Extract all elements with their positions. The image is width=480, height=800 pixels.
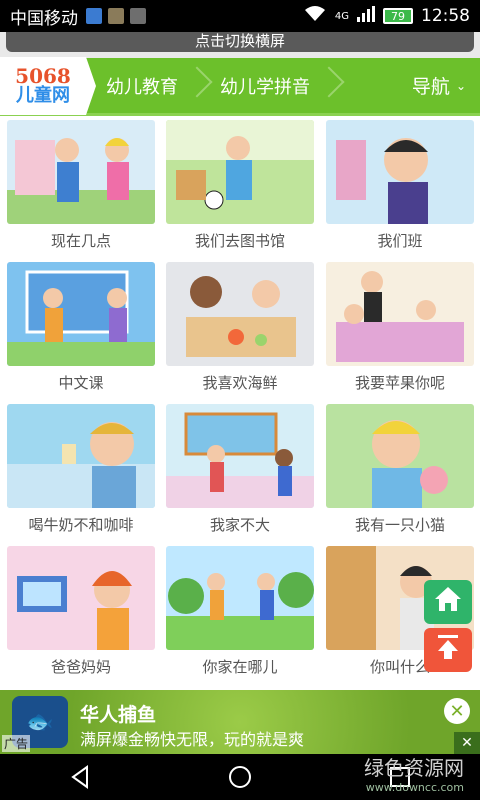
lesson-title: 你家在哪儿 xyxy=(202,658,278,676)
chevron-right-icon xyxy=(322,57,332,115)
lesson-thumbnail xyxy=(7,120,155,224)
ad-subtitle: 满屏爆金畅快无限，玩的就是爽 xyxy=(80,730,305,749)
top-nav: 5068 儿童网 幼儿教育 幼儿学拼音 导航 ⌄ xyxy=(0,56,480,116)
lesson-title: 我们班 xyxy=(377,232,423,250)
nav-item-pinyin[interactable]: 幼儿学拼音 xyxy=(210,57,342,115)
nav-separator xyxy=(86,56,96,115)
lesson-title: 喝牛奶不和咖啡 xyxy=(28,516,134,534)
ad-title: 华人捕鱼 xyxy=(80,704,157,726)
site-logo[interactable]: 5068 儿童网 xyxy=(0,56,86,115)
watermark-url: www.downcc.com xyxy=(365,781,464,794)
lesson-thumbnail xyxy=(326,404,474,508)
lesson-thumbnail xyxy=(7,404,155,508)
lesson-card[interactable]: 喝牛奶不和咖啡 xyxy=(7,404,155,534)
lesson-thumbnail xyxy=(326,120,474,224)
watermark-name: 绿色资源网 xyxy=(364,756,464,780)
logo-number: 5068 xyxy=(15,63,71,88)
network-type: 4G xyxy=(334,10,349,22)
back-key-icon[interactable] xyxy=(60,757,100,797)
lesson-title: 爸爸妈妈 xyxy=(50,658,111,676)
lesson-grid: 现在几点 我们去图书馆 我们班 中文课 我喜欢海鲜 我要苹果你呢 喝牛奶不和咖啡… xyxy=(0,116,480,690)
chevron-down-icon: ⌄ xyxy=(455,78,466,93)
lesson-thumbnail xyxy=(166,546,314,650)
lesson-title: 我喜欢海鲜 xyxy=(202,374,278,392)
lesson-title: 我有一只小猫 xyxy=(354,516,445,534)
watermark: 绿色资源网 www.downcc.com xyxy=(364,752,464,794)
status-bar: 中国移动 4G 79 12:58 xyxy=(0,0,480,32)
lesson-title: 中文课 xyxy=(58,374,104,392)
lesson-title: 我家不大 xyxy=(209,516,270,534)
lesson-card[interactable]: 我喜欢海鲜 xyxy=(166,262,314,392)
logo-text: 儿童网 xyxy=(16,84,70,106)
chevron-right-icon xyxy=(190,57,200,115)
notification-icon xyxy=(108,8,124,24)
ad-corner-icon[interactable]: ✕ xyxy=(454,732,480,754)
clock: 12:58 xyxy=(421,6,470,26)
nav-item-label: 幼儿学拼音 xyxy=(220,76,310,98)
lesson-title: 我们去图书馆 xyxy=(194,232,285,250)
lesson-card[interactable]: 我家不大 xyxy=(166,404,314,534)
close-icon[interactable]: ✕ xyxy=(444,698,470,724)
ad-banner[interactable]: 🐟 华人捕鱼 满屏爆金畅快无限，玩的就是爽 ✕ 广告 ✕ xyxy=(0,690,480,754)
back-to-top-button[interactable] xyxy=(424,628,472,672)
home-icon xyxy=(433,585,463,620)
lesson-card[interactable]: 我要苹果你呢 xyxy=(326,262,474,392)
nav-item-label: 幼儿教育 xyxy=(106,76,178,98)
nav-menu-button[interactable]: 导航 ⌄ xyxy=(412,72,480,99)
notification-icon xyxy=(86,8,102,24)
lesson-card[interactable]: 现在几点 xyxy=(7,120,155,250)
nav-menu-label: 导航 xyxy=(411,76,450,98)
home-key-icon[interactable] xyxy=(220,757,260,797)
lesson-card[interactable]: 你家在哪儿 xyxy=(166,546,314,676)
lesson-thumbnail xyxy=(326,262,474,366)
lesson-thumbnail xyxy=(166,262,314,366)
lesson-card[interactable]: 爸爸妈妈 xyxy=(7,546,155,676)
rotate-landscape-button[interactable]: 点击切换横屏 xyxy=(6,32,474,52)
wifi-icon xyxy=(303,5,327,28)
ad-label: 广告 xyxy=(2,735,31,752)
lesson-thumbnail xyxy=(166,120,314,224)
carrier-label: 中国移动 xyxy=(10,8,78,29)
lesson-title: 我要苹果你呢 xyxy=(354,374,445,392)
battery-icon: 79 xyxy=(383,8,413,24)
notification-icon xyxy=(130,8,146,24)
lesson-card[interactable]: 我们去图书馆 xyxy=(166,120,314,250)
lesson-card[interactable]: 中文课 xyxy=(7,262,155,392)
lesson-title: 现在几点 xyxy=(50,232,111,250)
lesson-thumbnail xyxy=(7,262,155,366)
rotate-bar: 点击切换横屏 xyxy=(0,32,480,58)
lesson-thumbnail xyxy=(166,404,314,508)
lesson-thumbnail xyxy=(7,546,155,650)
nav-item-early-education[interactable]: 幼儿教育 xyxy=(96,57,210,115)
lesson-card[interactable]: 我们班 xyxy=(326,120,474,250)
home-button[interactable] xyxy=(424,580,472,624)
lesson-card[interactable]: 我有一只小猫 xyxy=(326,404,474,534)
arrow-up-icon xyxy=(434,633,462,668)
signal-icon xyxy=(357,5,375,27)
